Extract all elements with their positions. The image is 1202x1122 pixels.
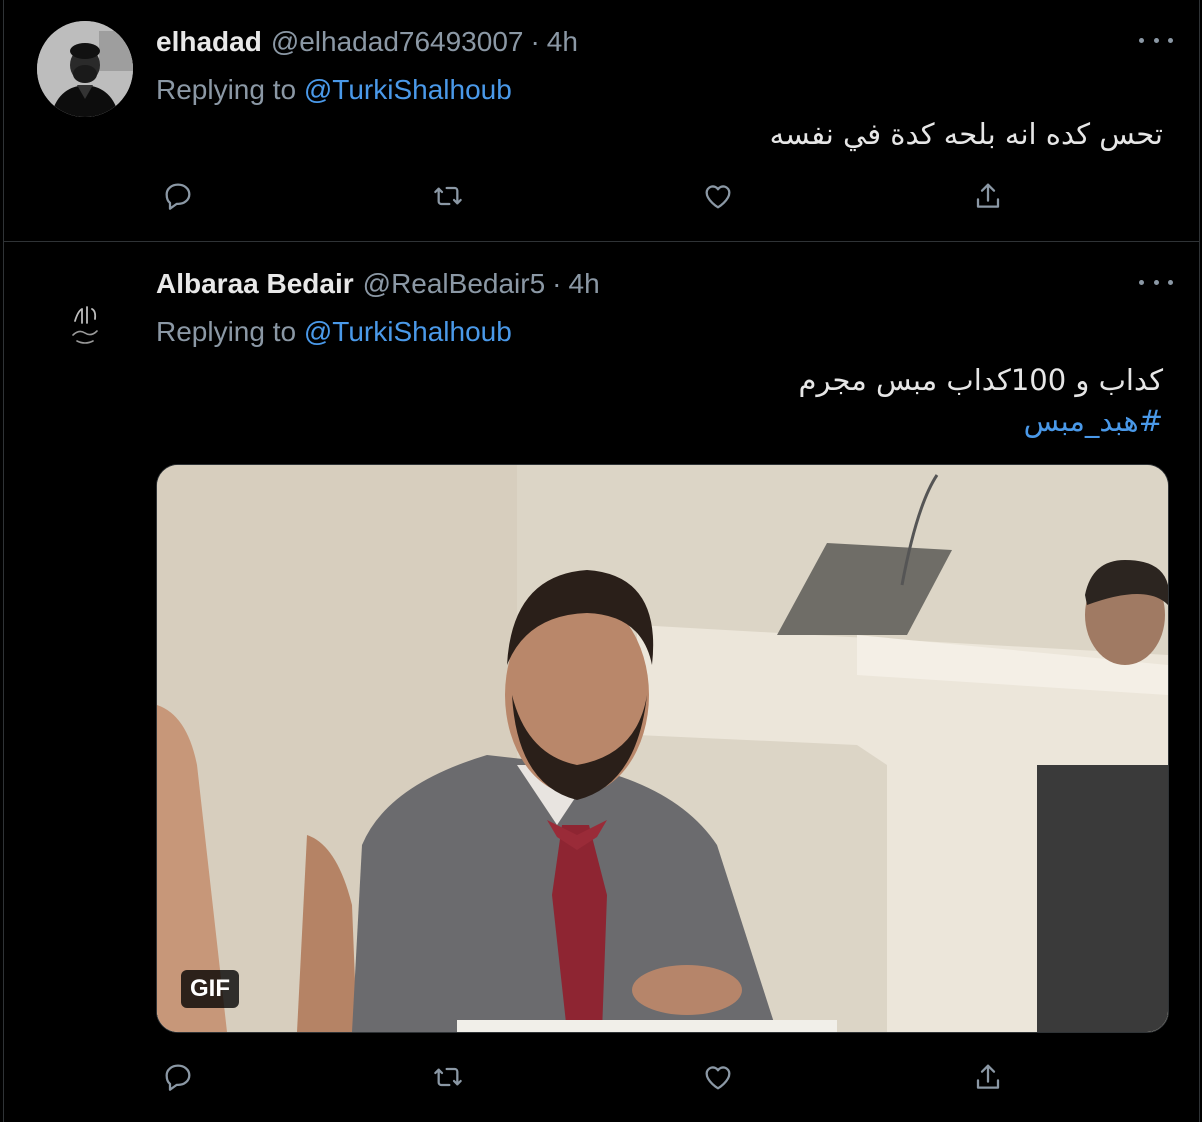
tweet-header: elhadad @elhadad76493007 · 4h [156, 24, 578, 60]
like-icon [705, 185, 731, 209]
reply-icon [165, 1064, 191, 1091]
tweet-text: كداب و 100كداب مبس مجرم [798, 363, 1163, 397]
separator-dot: · [530, 26, 540, 57]
action-bar [156, 176, 1016, 216]
replying-to-label: Replying to [156, 74, 297, 105]
author-handle[interactable]: @RealBedair5 [363, 268, 546, 300]
tweet-text: تحس كده انه بلحه كدة في نفسه [769, 117, 1163, 151]
avatar[interactable] [37, 21, 133, 117]
share-icon [976, 183, 1000, 208]
reply-button[interactable] [158, 176, 198, 216]
author-handle[interactable]: @elhadad76493007 [271, 26, 524, 58]
more-dot [1153, 37, 1159, 43]
timestamp[interactable]: 4h [569, 268, 600, 300]
more-dot [1139, 279, 1144, 285]
gif-frame-image [157, 465, 1168, 1032]
reply-icon [165, 183, 191, 210]
like-button[interactable] [698, 1057, 738, 1097]
like-icon [705, 1066, 731, 1090]
more-options-icon[interactable] [1139, 28, 1173, 52]
more-options-icon[interactable] [1139, 270, 1173, 294]
more-dot [1168, 37, 1173, 43]
replying-to-line: Replying to @TurkiShalhoub [156, 74, 512, 106]
retweet-icon [434, 186, 462, 206]
more-dot [1153, 279, 1159, 285]
gif-media[interactable]: GIF [156, 464, 1169, 1033]
profile-photo-icon [37, 21, 133, 117]
timestamp[interactable]: 4h [547, 26, 578, 58]
share-button[interactable] [968, 1057, 1008, 1097]
reply-button[interactable] [158, 1057, 198, 1097]
more-dot [1139, 37, 1144, 43]
retweet-icon [434, 1067, 462, 1087]
retweet-button[interactable] [428, 1057, 468, 1097]
avatar[interactable] [37, 263, 133, 359]
hashtag-link[interactable]: #هبد_مبس [1024, 404, 1163, 438]
author-name[interactable]: Albaraa Bedair [156, 268, 354, 300]
author-name[interactable]: elhadad [156, 26, 262, 58]
action-bar [156, 1057, 1016, 1097]
tweet-1[interactable]: elhadad @elhadad76493007 · 4h Replying t… [4, 0, 1199, 242]
gif-badge: GIF [181, 970, 239, 1008]
mention-link[interactable]: @TurkiShalhoub [304, 316, 512, 347]
replying-to-line: Replying to @TurkiShalhoub [156, 316, 512, 348]
share-icon [976, 1064, 1000, 1089]
share-button[interactable] [968, 176, 1008, 216]
calligraphy-logo-icon [72, 306, 98, 344]
like-button[interactable] [698, 176, 738, 216]
retweet-button[interactable] [428, 176, 468, 216]
replying-to-label: Replying to [156, 316, 297, 347]
frame-border-right [1199, 0, 1200, 1122]
more-dot [1168, 279, 1173, 285]
separator-dot: · [552, 268, 562, 299]
mention-link[interactable]: @TurkiShalhoub [304, 74, 512, 105]
tweet-header: Albaraa Bedair @RealBedair5 · 4h [156, 266, 600, 302]
tweet-2[interactable]: Albaraa Bedair @RealBedair5 · 4h Replyin… [4, 242, 1199, 1122]
